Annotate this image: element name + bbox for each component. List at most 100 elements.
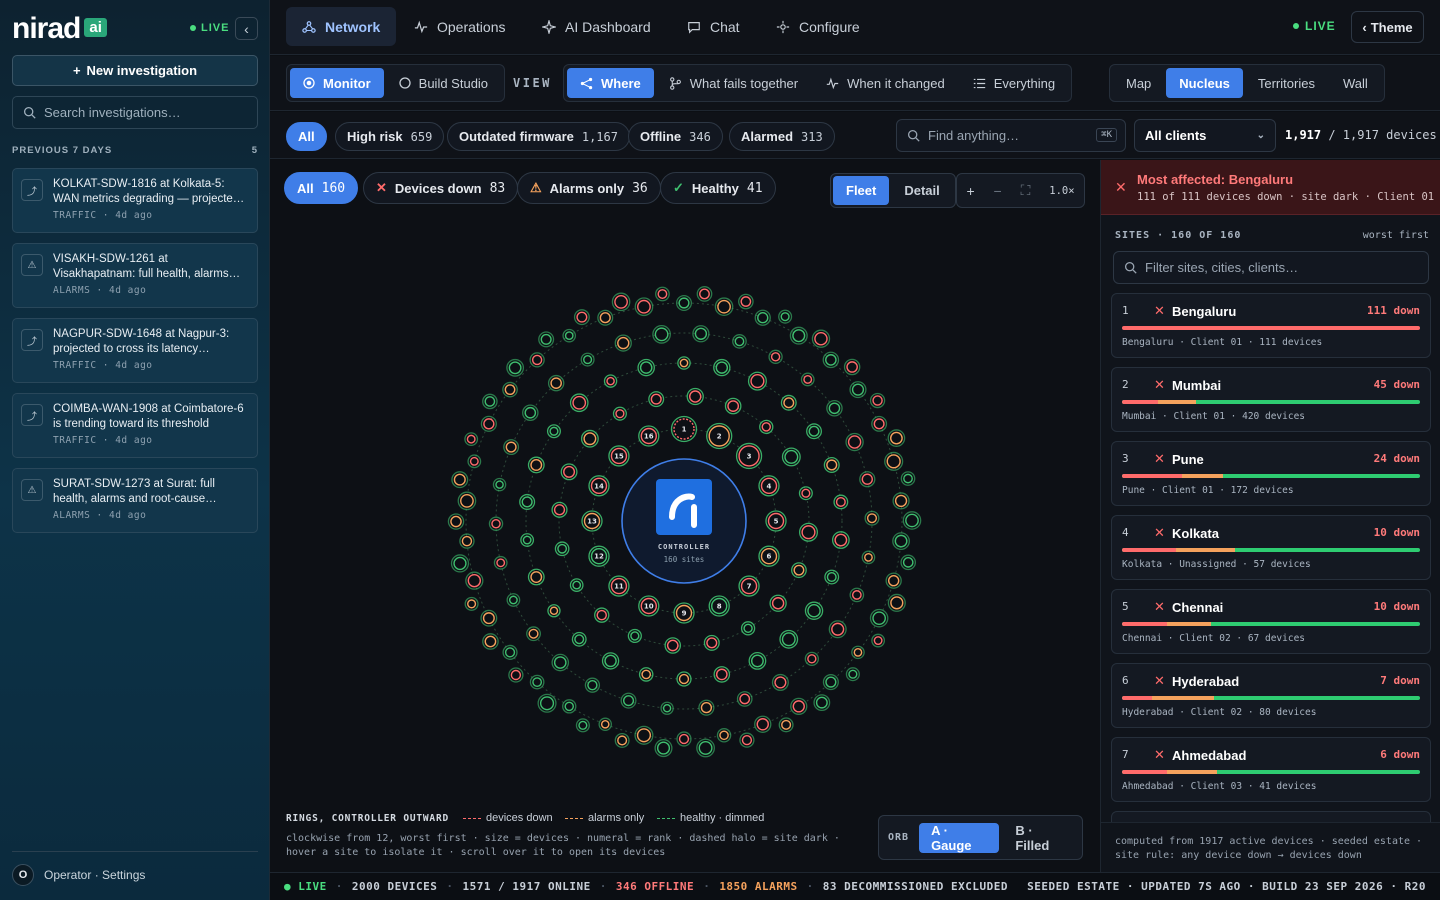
view-everything-button[interactable]: Everything — [960, 68, 1068, 98]
find-anything-input[interactable]: Find anything… ⌘K — [896, 119, 1126, 152]
site-node[interactable] — [900, 554, 917, 571]
site-node[interactable] — [580, 352, 595, 367]
site-node[interactable]: 16 — [638, 425, 660, 447]
site-card[interactable]: 1 ✕ Bengaluru 111 down Bengaluru · Client 01… — [1111, 293, 1431, 358]
detail-button[interactable]: Detail — [891, 176, 952, 205]
site-node[interactable] — [798, 486, 813, 501]
site-node[interactable] — [769, 594, 787, 612]
site-node[interactable] — [790, 697, 808, 715]
site-node[interactable] — [768, 349, 783, 364]
site-node[interactable] — [450, 554, 470, 573]
site-node[interactable] — [519, 493, 536, 510]
site-node[interactable] — [778, 717, 794, 733]
site-node[interactable] — [677, 356, 691, 370]
investigation-item[interactable]: ⤴ COIMBA-WAN-1908 at Coimbatore-6 is tren… — [12, 393, 258, 458]
site-card[interactable]: 4 ✕ Kolkata 10 down Kolkata · Unassigned · 5… — [1111, 515, 1431, 580]
site-node[interactable] — [447, 513, 465, 530]
site-node[interactable] — [869, 392, 886, 409]
search-investigations-input[interactable]: Search investigations… — [12, 96, 258, 129]
site-node[interactable] — [522, 404, 539, 422]
site-node[interactable] — [696, 286, 713, 302]
site-node[interactable] — [451, 471, 469, 489]
site-node[interactable] — [459, 533, 475, 549]
site-node[interactable] — [537, 693, 557, 713]
site-node[interactable] — [804, 651, 819, 666]
theme-button[interactable]: ‹ Theme — [1351, 11, 1424, 43]
site-node[interactable] — [571, 631, 587, 647]
site-node[interactable]: 4 — [758, 475, 780, 497]
site-node[interactable] — [831, 531, 850, 549]
site-node[interactable] — [584, 677, 601, 693]
site-node[interactable] — [822, 674, 839, 691]
site-node[interactable] — [892, 492, 910, 510]
clients-select[interactable]: All clients ⌄ — [1134, 119, 1276, 152]
site-node[interactable] — [676, 731, 692, 747]
site-node[interactable] — [554, 541, 570, 557]
site-node[interactable] — [779, 629, 799, 649]
site-card[interactable]: 2 ✕ Mumbai 45 down Mumbai · Client 01 · 420 … — [1111, 367, 1431, 432]
site-node[interactable] — [547, 374, 565, 392]
site-node[interactable] — [824, 569, 840, 585]
site-node[interactable] — [601, 652, 620, 670]
site-node[interactable]: 1 — [670, 415, 698, 443]
investigation-item[interactable]: ⚠ SURAT-SDW-1273 at Surat: full health, a… — [12, 468, 258, 533]
site-node[interactable] — [791, 562, 807, 579]
site-node[interactable] — [823, 456, 840, 473]
site-node[interactable] — [716, 728, 732, 743]
site-node[interactable] — [754, 309, 771, 326]
site-node[interactable] — [864, 510, 880, 526]
orb-filled-button[interactable]: B · Filled — [1003, 823, 1078, 853]
site-node[interactable] — [885, 572, 902, 589]
view-when-it-changed-button[interactable]: When it changed — [813, 68, 958, 98]
site-node[interactable]: 13 — [581, 510, 603, 532]
site-node[interactable]: 3 — [735, 442, 763, 470]
site-node[interactable] — [806, 423, 822, 440]
canvas-chip-healthy[interactable]: ✓ Healthy 41 — [660, 172, 776, 204]
site-node[interactable] — [527, 568, 545, 586]
tab-ai-dashboard[interactable]: AI Dashboard — [526, 7, 667, 46]
site-node[interactable] — [747, 371, 767, 391]
site-node[interactable]: 5 — [765, 510, 787, 532]
site-node[interactable] — [800, 372, 815, 387]
site-node[interactable]: 10 — [638, 595, 660, 617]
site-node[interactable] — [798, 522, 819, 542]
site-node[interactable] — [759, 419, 774, 435]
site-node[interactable] — [573, 309, 590, 326]
site-node[interactable] — [580, 429, 599, 448]
new-investigation-button[interactable]: + New investigation — [12, 55, 258, 86]
site-node[interactable] — [612, 406, 627, 421]
site-node[interactable] — [713, 666, 731, 683]
site-node[interactable] — [480, 415, 497, 432]
filter-chip-offline[interactable]: Offline 346 — [628, 122, 723, 151]
site-node[interactable] — [502, 381, 518, 398]
collapse-sidebar-button[interactable]: ‹ — [235, 17, 258, 40]
site-node[interactable]: 7 — [738, 575, 760, 597]
investigation-item[interactable]: ⤴ KOLKAT-SDW-1816 at Kolkata-5: WAN metri… — [12, 168, 258, 233]
fit-icon[interactable]: ⛶ — [1021, 182, 1031, 199]
site-node[interactable] — [859, 471, 876, 488]
site-node[interactable]: 8 — [708, 595, 730, 617]
view-what-fails-together-button[interactable]: What fails together — [656, 68, 811, 98]
orb-gauge-button[interactable]: A · Gauge — [919, 822, 1000, 853]
site-node[interactable] — [465, 571, 484, 590]
site-node[interactable] — [884, 451, 904, 471]
site-node[interactable] — [492, 477, 507, 492]
tab-operations[interactable]: Operations — [398, 7, 521, 46]
site-node[interactable] — [789, 326, 808, 345]
layout-territories-button[interactable]: Territories — [1245, 68, 1328, 98]
site-node[interactable] — [781, 447, 801, 467]
site-node[interactable] — [594, 607, 610, 623]
filter-chip-high-risk[interactable]: High risk 659 — [335, 122, 445, 151]
site-node[interactable] — [900, 471, 916, 486]
site-node[interactable] — [464, 596, 479, 611]
site-node[interactable]: 15 — [608, 445, 630, 467]
site-node[interactable] — [736, 691, 753, 707]
tab-chat[interactable]: Chat — [671, 7, 756, 46]
sort-label[interactable]: worst first — [1363, 230, 1429, 241]
site-node[interactable] — [833, 494, 849, 510]
nucleus-canvas[interactable]: 1 2 3 4 5 6 7 8 9 10 11 12 13 14 15 16 CONTROLLER 160 sit… — [270, 160, 1100, 872]
site-node[interactable] — [843, 358, 861, 376]
zoom-out-button[interactable]: − — [994, 183, 1002, 199]
site-node[interactable]: 2 — [706, 422, 733, 450]
site-node[interactable] — [849, 381, 867, 399]
